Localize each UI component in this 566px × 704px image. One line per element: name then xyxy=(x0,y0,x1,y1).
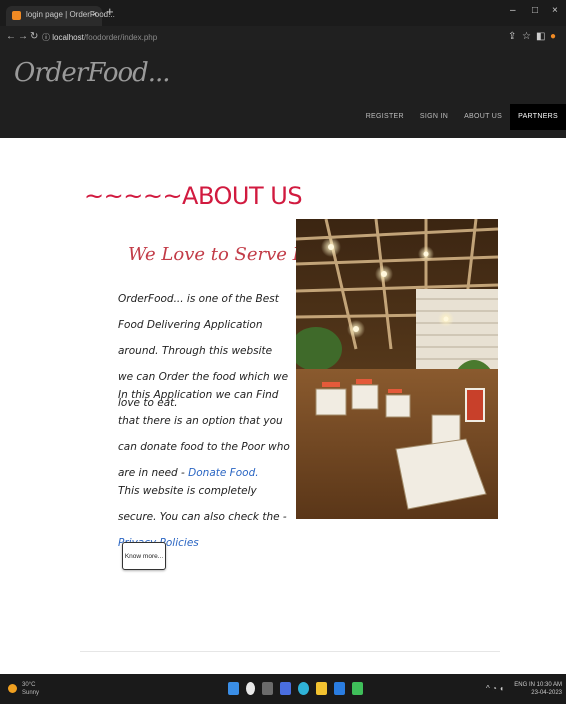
maximize-button[interactable]: □ xyxy=(532,5,538,16)
start-icon[interactable] xyxy=(228,682,239,695)
clock[interactable]: ENG IN 10:30 AM 23-04-2023 xyxy=(514,681,562,697)
restaurant-image xyxy=(296,219,498,519)
widgets-icon[interactable] xyxy=(280,682,291,695)
close-window-button[interactable]: × xyxy=(552,5,558,16)
profile-icon[interactable]: ● xyxy=(550,31,556,42)
about-paragraph-2: In this Application we can Find that the… xyxy=(118,382,290,486)
browser-tab[interactable]: login page | OrderFood... × xyxy=(6,6,115,26)
forward-icon[interactable]: → xyxy=(18,31,28,42)
reload-icon[interactable]: ↻ xyxy=(30,31,38,42)
weather-widget[interactable]: 30°C Sunny xyxy=(22,681,39,697)
back-icon[interactable]: ← xyxy=(6,31,16,42)
file-explorer-icon[interactable] xyxy=(316,682,327,695)
chrome-icon[interactable] xyxy=(352,682,363,695)
favicon-icon xyxy=(12,11,21,20)
site-header: OrderFood... REGISTER SIGN IN ABOUT US P… xyxy=(0,50,566,138)
nav-partners[interactable]: PARTNERS xyxy=(510,104,566,130)
main-nav: REGISTER SIGN IN ABOUT US PARTNERS xyxy=(358,104,566,130)
tab-title: login page | OrderFood... xyxy=(26,10,115,19)
language-indicator[interactable]: ENG IN xyxy=(514,682,535,688)
weather-icon[interactable] xyxy=(8,684,17,693)
edge-icon[interactable] xyxy=(298,682,309,695)
system-tray-icons[interactable]: ^ ◔ ◖ xyxy=(486,684,504,693)
search-icon[interactable] xyxy=(246,682,255,695)
store-icon[interactable] xyxy=(334,682,345,695)
volume-icon[interactable]: ◖ xyxy=(499,684,504,693)
about-title: ~~~~~ABOUT US xyxy=(84,182,303,210)
chevron-up-icon[interactable]: ^ xyxy=(486,684,490,693)
url-host: localhost xyxy=(52,33,84,42)
taskbar: 30°C Sunny ^ ◔ ◖ ENG IN 10:30 AM 23-04-2… xyxy=(0,674,566,704)
weather-temp: 30°C xyxy=(22,682,36,688)
nav-sign-in[interactable]: SIGN IN xyxy=(412,104,456,130)
url-field[interactable]: ⓘ localhost/foodorder/index.php xyxy=(42,32,157,43)
url-path: /foodorder/index.php xyxy=(83,33,158,42)
share-icon[interactable]: ⇪ xyxy=(508,31,516,42)
star-icon[interactable]: ☆ xyxy=(522,31,531,42)
info-icon: ⓘ xyxy=(42,33,53,42)
address-bar: ← → ↻ ⓘ localhost/foodorder/index.php ⇪ … xyxy=(0,26,566,50)
date: 23-04-2023 xyxy=(531,690,562,696)
weather-desc: Sunny xyxy=(22,690,40,696)
know-more-button[interactable]: Know more... xyxy=(122,542,166,570)
wifi-icon[interactable]: ◔ xyxy=(492,684,497,693)
p2-text: In this Application we can Find that the… xyxy=(118,389,290,479)
new-tab-button[interactable]: + xyxy=(106,5,114,19)
tab-close-icon[interactable]: × xyxy=(92,9,97,19)
p3-text: This website is completely secure. You c… xyxy=(118,485,287,523)
task-view-icon[interactable] xyxy=(262,682,273,695)
nav-about-us[interactable]: ABOUT US xyxy=(456,104,510,130)
nav-register[interactable]: REGISTER xyxy=(358,104,412,130)
browser-tab-bar: login page | OrderFood... × + – □ × xyxy=(0,0,566,26)
taskbar-apps xyxy=(228,682,363,695)
site-logo[interactable]: OrderFood... xyxy=(14,58,171,88)
extensions-icon[interactable]: ◧ xyxy=(536,31,545,42)
time: 10:30 AM xyxy=(536,682,562,688)
footer-divider xyxy=(80,651,500,652)
minimize-button[interactable]: – xyxy=(510,5,516,16)
